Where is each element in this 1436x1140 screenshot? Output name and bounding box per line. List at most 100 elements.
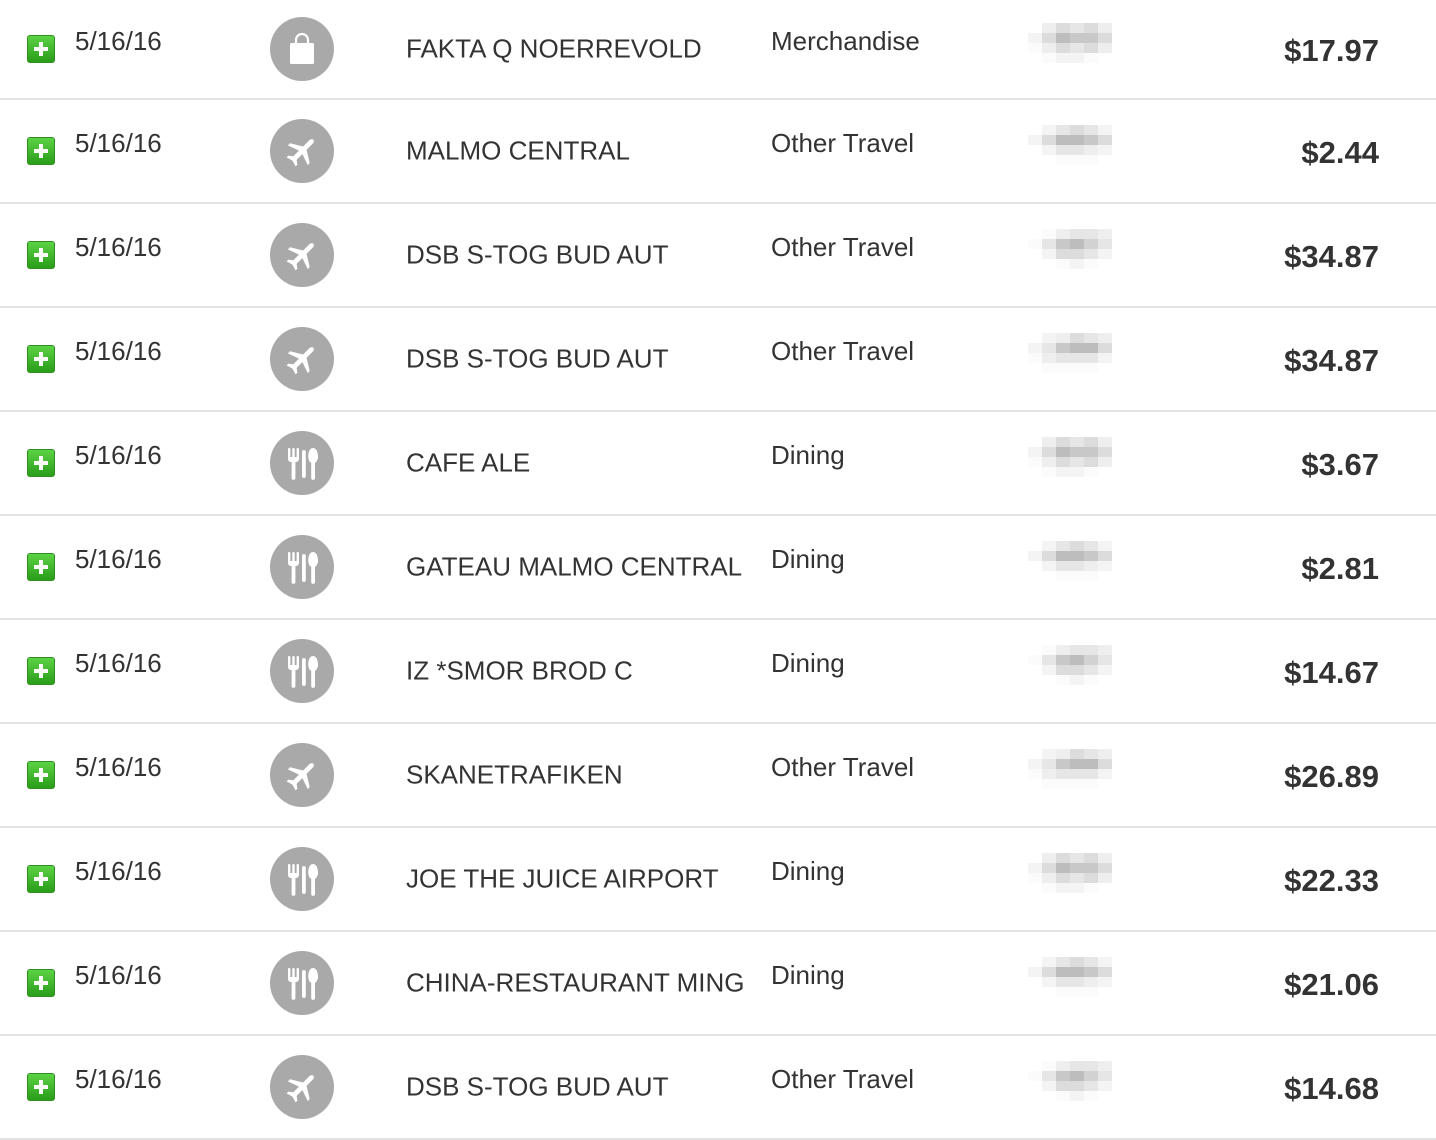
blur-pixel (1070, 977, 1084, 987)
plus-icon (33, 663, 49, 679)
blur-pixel (1028, 53, 1042, 63)
transaction-row[interactable]: 5/16/16 FAKTA Q NOERREVOLD Merchandise $17.… (0, 0, 1436, 100)
transaction-category[interactable]: Other Travel (771, 752, 914, 783)
blur-pixel (1084, 43, 1098, 53)
blur-pixel (1084, 353, 1098, 363)
blur-pixel (1098, 665, 1112, 675)
transaction-row[interactable]: 5/16/16 MALMO CENTRAL Other Travel $2.44 (0, 100, 1436, 204)
blur-pixel (1098, 353, 1112, 363)
blur-pixel (1042, 145, 1056, 155)
blur-pixel (1098, 145, 1112, 155)
blur-pixel (1084, 541, 1098, 551)
expand-row-button[interactable] (27, 553, 55, 581)
blur-pixel (1098, 987, 1112, 997)
blur-pixel (1098, 229, 1112, 239)
blur-pixel (1042, 863, 1056, 873)
blur-pixel (1098, 977, 1112, 987)
transaction-category[interactable]: Dining (771, 960, 845, 991)
transaction-category[interactable]: Other Travel (771, 336, 914, 367)
blur-pixel (1042, 977, 1056, 987)
transaction-row[interactable]: 5/16/16 CAFE ALE Dining $3.67 (0, 412, 1436, 516)
expand-row-button[interactable] (27, 761, 55, 789)
redacted-account (1028, 333, 1112, 373)
blur-pixel (1042, 541, 1056, 551)
blur-pixel (1070, 665, 1084, 675)
merchant-name[interactable]: JOE THE JUICE AIRPORT (406, 864, 719, 895)
merchant-name[interactable]: SKANETRAFIKEN (406, 760, 623, 791)
expand-row-button[interactable] (27, 137, 55, 165)
merchant-name[interactable]: DSB S-TOG BUD AUT (406, 1072, 668, 1103)
blur-pixel (1042, 53, 1056, 63)
transaction-category[interactable]: Dining (771, 440, 845, 471)
blur-pixel (1070, 967, 1084, 977)
blur-pixel (1084, 873, 1098, 883)
merchant-name[interactable]: DSB S-TOG BUD AUT (406, 240, 668, 271)
blur-pixel (1084, 957, 1098, 967)
blur-pixel (1056, 125, 1070, 135)
transaction-row[interactable]: 5/16/16 DSB S-TOG BUD AUT Other Travel $34.… (0, 204, 1436, 308)
blur-pixel (1084, 769, 1098, 779)
blur-pixel (1098, 655, 1112, 665)
merchant-name[interactable]: DSB S-TOG BUD AUT (406, 344, 668, 375)
transaction-category[interactable]: Merchandise (771, 26, 920, 57)
airplane-icon (270, 743, 334, 807)
transaction-row[interactable]: 5/16/16 JOE THE JUICE AIRPORT Dining $22.33 (0, 828, 1436, 932)
blur-pixel (1098, 1061, 1112, 1071)
blur-pixel (1028, 23, 1042, 33)
blur-pixel (1084, 883, 1098, 893)
transaction-date: 5/16/16 (75, 543, 162, 574)
transaction-row[interactable]: 5/16/16 CHINA-RESTAURANT MING Dining $21.06 (0, 932, 1436, 1036)
transaction-category[interactable]: Dining (771, 544, 845, 575)
blur-pixel (1070, 437, 1084, 447)
merchant-name[interactable]: FAKTA Q NOERREVOLD (406, 34, 702, 65)
blur-pixel (1070, 467, 1084, 477)
blur-pixel (1098, 1071, 1112, 1081)
merchant-name[interactable]: MALMO CENTRAL (406, 136, 630, 167)
transaction-category[interactable]: Other Travel (771, 128, 914, 159)
blur-pixel (1084, 239, 1098, 249)
fork-knife-icon (270, 951, 334, 1015)
expand-row-button[interactable] (27, 969, 55, 997)
expand-row-button[interactable] (27, 241, 55, 269)
merchant-name[interactable]: IZ *SMOR BROD C (406, 656, 633, 687)
merchant-name[interactable]: GATEAU MALMO CENTRAL (406, 552, 742, 583)
plus-icon (33, 41, 49, 57)
blur-pixel (1028, 665, 1042, 675)
blur-pixel (1098, 457, 1112, 467)
blur-pixel (1070, 571, 1084, 581)
transaction-row[interactable]: 5/16/16 DSB S-TOG BUD AUT Other Travel $14.… (0, 1036, 1436, 1140)
expand-row-button[interactable] (27, 35, 55, 63)
blur-pixel (1056, 155, 1070, 165)
blur-pixel (1084, 967, 1098, 977)
transaction-row[interactable]: 5/16/16 SKANETRAFIKEN Other Travel $26.89 (0, 724, 1436, 828)
expand-row-button[interactable] (27, 345, 55, 373)
transaction-row[interactable]: 5/16/16 DSB S-TOG BUD AUT Other Travel $34.… (0, 308, 1436, 412)
merchant-name[interactable]: CHINA-RESTAURANT MING (406, 968, 745, 999)
blur-pixel (1028, 135, 1042, 145)
blur-pixel (1098, 343, 1112, 353)
blur-pixel (1056, 957, 1070, 967)
blur-pixel (1028, 957, 1042, 967)
blur-pixel (1056, 457, 1070, 467)
blur-pixel (1084, 759, 1098, 769)
transaction-category[interactable]: Other Travel (771, 1064, 914, 1095)
blur-pixel (1070, 145, 1084, 155)
blur-pixel (1042, 987, 1056, 997)
plus-icon (33, 871, 49, 887)
transaction-row[interactable]: 5/16/16 IZ *SMOR BROD C Dining $14.67 (0, 620, 1436, 724)
expand-row-button[interactable] (27, 449, 55, 477)
transaction-row[interactable]: 5/16/16 GATEAU MALMO CENTRAL Dining $2.81 (0, 516, 1436, 620)
expand-row-button[interactable] (27, 657, 55, 685)
expand-row-button[interactable] (27, 865, 55, 893)
blur-pixel (1042, 655, 1056, 665)
transaction-category[interactable]: Dining (771, 856, 845, 887)
blur-pixel (1084, 571, 1098, 581)
blur-pixel (1084, 155, 1098, 165)
expand-row-button[interactable] (27, 1073, 55, 1101)
transaction-date: 5/16/16 (75, 855, 162, 886)
blur-pixel (1056, 977, 1070, 987)
merchant-name[interactable]: CAFE ALE (406, 448, 530, 479)
transaction-category[interactable]: Dining (771, 648, 845, 679)
transaction-category[interactable]: Other Travel (771, 232, 914, 263)
blur-pixel (1056, 749, 1070, 759)
